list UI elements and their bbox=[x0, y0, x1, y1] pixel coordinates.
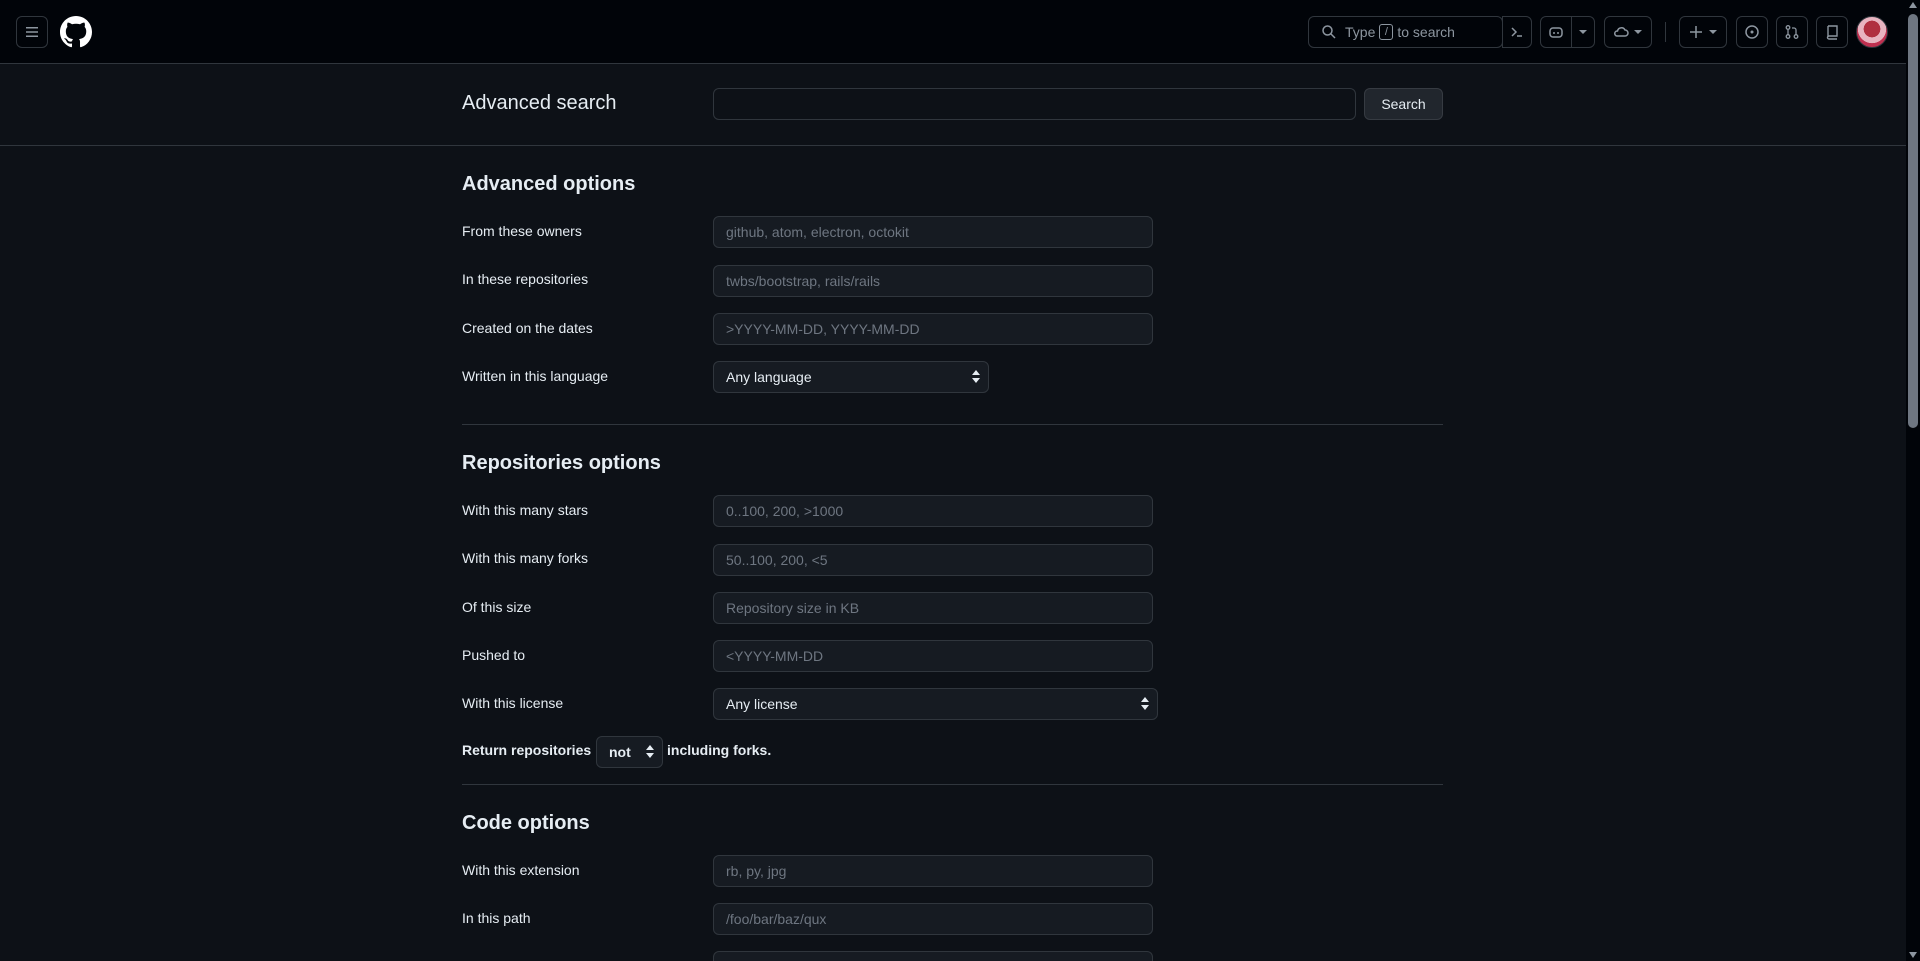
avatar[interactable] bbox=[1856, 16, 1888, 48]
forks-mode-select[interactable]: not bbox=[596, 736, 663, 768]
language-select-value: Any language bbox=[726, 369, 812, 385]
language-label: Written in this language bbox=[462, 368, 609, 384]
copilot-icon bbox=[1549, 27, 1563, 38]
scroll-down-arrow-icon[interactable] bbox=[1909, 952, 1917, 958]
dates-field[interactable]: >YYYY-MM-DD, YYYY-MM-DD bbox=[713, 313, 1153, 345]
caret-down-icon bbox=[1634, 30, 1642, 34]
copilot-menu-button[interactable] bbox=[1571, 16, 1595, 48]
size-field[interactable]: Repository size in KB bbox=[713, 592, 1153, 624]
extension-label: With this extension bbox=[462, 862, 580, 878]
scroll-up-arrow-icon[interactable] bbox=[1909, 2, 1917, 8]
size-placeholder: Repository size in KB bbox=[726, 600, 860, 616]
path-label: In this path bbox=[462, 910, 531, 926]
repo-icon bbox=[1826, 25, 1838, 40]
owners-label: From these owners bbox=[462, 223, 582, 239]
header-divider bbox=[1665, 22, 1666, 42]
copilot-button[interactable] bbox=[1540, 16, 1572, 48]
repositories-field[interactable]: twbs/bootstrap, rails/rails bbox=[713, 265, 1153, 297]
section-divider bbox=[462, 784, 1443, 785]
forks-placeholder: 50..100, 200, <5 bbox=[726, 552, 828, 568]
search-prefix: Type bbox=[1345, 24, 1376, 40]
hamburger-icon bbox=[26, 27, 38, 37]
advanced-search-input[interactable] bbox=[713, 88, 1356, 120]
terminal-icon bbox=[1511, 27, 1522, 37]
search-suffix: to search bbox=[1397, 24, 1455, 40]
including-forks-label: including forks. bbox=[667, 742, 772, 758]
repositories-placeholder: twbs/bootstrap, rails/rails bbox=[726, 273, 881, 289]
issues-button[interactable] bbox=[1736, 16, 1768, 48]
pushed-label: Pushed to bbox=[462, 647, 526, 663]
extension-placeholder: rb, py, jpg bbox=[726, 863, 787, 879]
stars-field[interactable]: 0..100, 200, >1000 bbox=[713, 495, 1153, 527]
forks-mode-value: not bbox=[609, 744, 631, 760]
owners-placeholder: github, atom, electron, octokit bbox=[726, 224, 909, 240]
create-new-button[interactable] bbox=[1679, 16, 1727, 48]
license-select-value: Any license bbox=[726, 696, 798, 712]
codespaces-button[interactable] bbox=[1604, 16, 1652, 48]
return-repositories-label: Return repositories bbox=[462, 742, 592, 758]
path-placeholder: /foo/bar/baz/qux bbox=[726, 911, 827, 927]
caret-down-icon bbox=[1579, 30, 1587, 34]
plus-icon bbox=[1690, 26, 1702, 38]
menu-button[interactable] bbox=[16, 16, 48, 48]
repositories-button[interactable] bbox=[1816, 16, 1848, 48]
cloud-icon bbox=[1614, 27, 1629, 37]
search-shortcut-key: / bbox=[1379, 24, 1394, 40]
owners-field[interactable]: github, atom, electron, octokit bbox=[713, 216, 1153, 248]
forks-label: With this many forks bbox=[462, 550, 589, 566]
next-field-partial[interactable] bbox=[713, 951, 1153, 961]
git-pull-request-icon bbox=[1785, 25, 1799, 39]
code-options-title: Code options bbox=[462, 812, 590, 834]
search-button[interactable]: Search bbox=[1364, 88, 1443, 120]
select-arrows-icon bbox=[646, 745, 654, 759]
stars-label: With this many stars bbox=[462, 502, 589, 518]
extension-field[interactable]: rb, py, jpg bbox=[713, 855, 1153, 887]
license-select[interactable]: Any license bbox=[713, 688, 1158, 720]
size-label: Of this size bbox=[462, 599, 532, 615]
path-field[interactable]: /foo/bar/baz/qux bbox=[713, 903, 1153, 935]
page-title: Advanced search bbox=[462, 92, 617, 114]
command-palette-button[interactable] bbox=[1502, 16, 1532, 48]
section-divider bbox=[462, 424, 1443, 425]
search-input[interactable]: Type / to search bbox=[1308, 16, 1503, 48]
repositories-label: In these repositories bbox=[462, 271, 589, 287]
global-header: Type / to search bbox=[0, 0, 1906, 64]
stars-placeholder: 0..100, 200, >1000 bbox=[726, 503, 844, 519]
language-select[interactable]: Any language bbox=[713, 361, 989, 393]
license-label: With this license bbox=[462, 695, 564, 711]
pushed-field[interactable]: <YYYY-MM-DD bbox=[713, 640, 1153, 672]
select-arrows-icon bbox=[972, 370, 980, 384]
repositories-options-title: Repositories options bbox=[462, 452, 661, 474]
forks-field[interactable]: 50..100, 200, <5 bbox=[713, 544, 1153, 576]
search-icon bbox=[1322, 25, 1336, 39]
select-arrows-icon bbox=[1141, 697, 1149, 711]
advanced-options-title: Advanced options bbox=[462, 173, 636, 195]
issue-opened-icon bbox=[1745, 25, 1759, 39]
scrollbar-thumb[interactable] bbox=[1908, 14, 1918, 428]
github-logo-icon[interactable] bbox=[60, 16, 92, 48]
dates-placeholder: >YYYY-MM-DD, YYYY-MM-DD bbox=[726, 321, 920, 337]
dates-label: Created on the dates bbox=[462, 320, 593, 336]
pushed-placeholder: <YYYY-MM-DD bbox=[726, 648, 824, 664]
caret-down-icon bbox=[1709, 30, 1717, 34]
pull-requests-button[interactable] bbox=[1776, 16, 1808, 48]
